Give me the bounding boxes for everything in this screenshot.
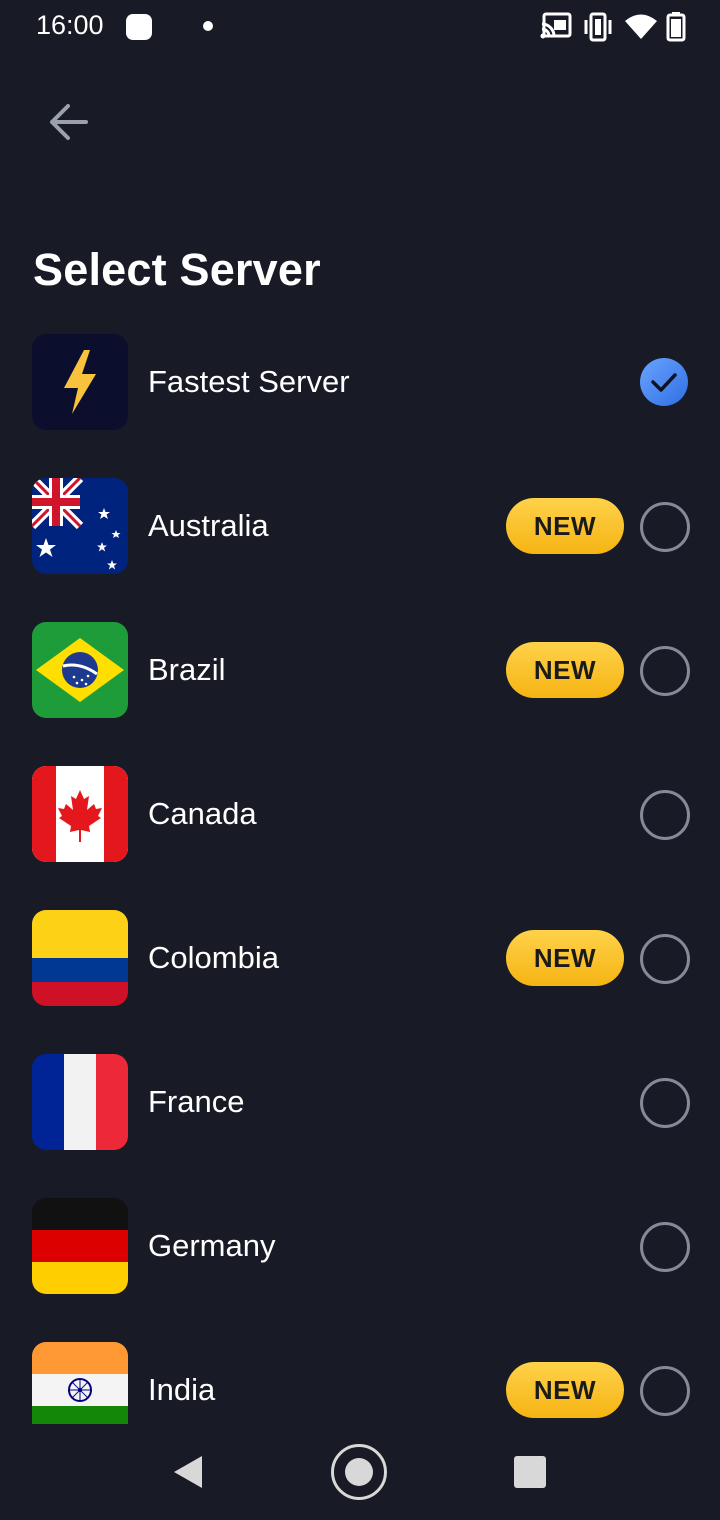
navigation-bar (0, 1424, 720, 1520)
radio-button[interactable] (640, 790, 690, 840)
new-badge: NEW (506, 930, 624, 986)
server-name: Australia (148, 508, 269, 543)
radio-button[interactable] (640, 934, 690, 984)
server-row-colombia[interactable]: Colombia NEW (0, 910, 720, 1054)
flag-colombia-icon (32, 910, 128, 1006)
status-bar: 16:00 (0, 0, 720, 54)
selected-check-icon[interactable] (640, 358, 688, 406)
back-button[interactable] (36, 92, 100, 152)
flag-france-icon (32, 1054, 128, 1150)
server-row-france[interactable]: France (0, 1054, 720, 1198)
server-row-brazil[interactable]: Brazil NEW (0, 622, 720, 766)
server-name: Brazil (148, 652, 226, 687)
flag-india-icon (32, 1342, 128, 1424)
new-badge: NEW (506, 498, 624, 554)
server-row-germany[interactable]: Germany (0, 1198, 720, 1342)
page-title: Select Server (33, 244, 321, 295)
new-badge: NEW (506, 642, 624, 698)
arrow-left-icon (50, 104, 88, 140)
server-name: Germany (148, 1228, 276, 1263)
server-name: France (148, 1084, 245, 1119)
server-list[interactable]: Fastest Server Australia NEW Brazil NEW … (0, 334, 720, 1424)
radio-button[interactable] (640, 1078, 690, 1128)
cast-icon (540, 12, 572, 39)
nav-recents-icon[interactable] (514, 1456, 546, 1488)
dot-icon (203, 21, 213, 31)
wifi-icon (625, 14, 657, 39)
server-row-fastest[interactable]: Fastest Server (0, 334, 720, 478)
radio-button[interactable] (640, 1366, 690, 1416)
flag-canada-icon (32, 766, 128, 862)
vibrate-icon (584, 12, 612, 42)
notification-square-icon (126, 14, 152, 40)
lightning-icon (32, 334, 128, 430)
radio-button[interactable] (640, 502, 690, 552)
status-time: 16:00 (36, 10, 104, 40)
server-row-australia[interactable]: Australia NEW (0, 478, 720, 622)
nav-home-icon[interactable] (331, 1444, 387, 1500)
server-row-india[interactable]: India NEW (0, 1342, 720, 1424)
server-name: India (148, 1372, 216, 1407)
server-row-canada[interactable]: Canada (0, 766, 720, 910)
battery-icon (666, 12, 686, 42)
radio-button[interactable] (640, 1222, 690, 1272)
server-name: Canada (148, 796, 257, 831)
server-name: Colombia (148, 940, 279, 975)
flag-australia-icon (32, 478, 128, 574)
flag-germany-icon (32, 1198, 128, 1294)
radio-button[interactable] (640, 646, 690, 696)
new-badge: NEW (506, 1362, 624, 1418)
nav-back-icon[interactable] (172, 1454, 206, 1490)
server-name: Fastest Server (148, 364, 350, 399)
flag-brazil-icon (32, 622, 128, 718)
